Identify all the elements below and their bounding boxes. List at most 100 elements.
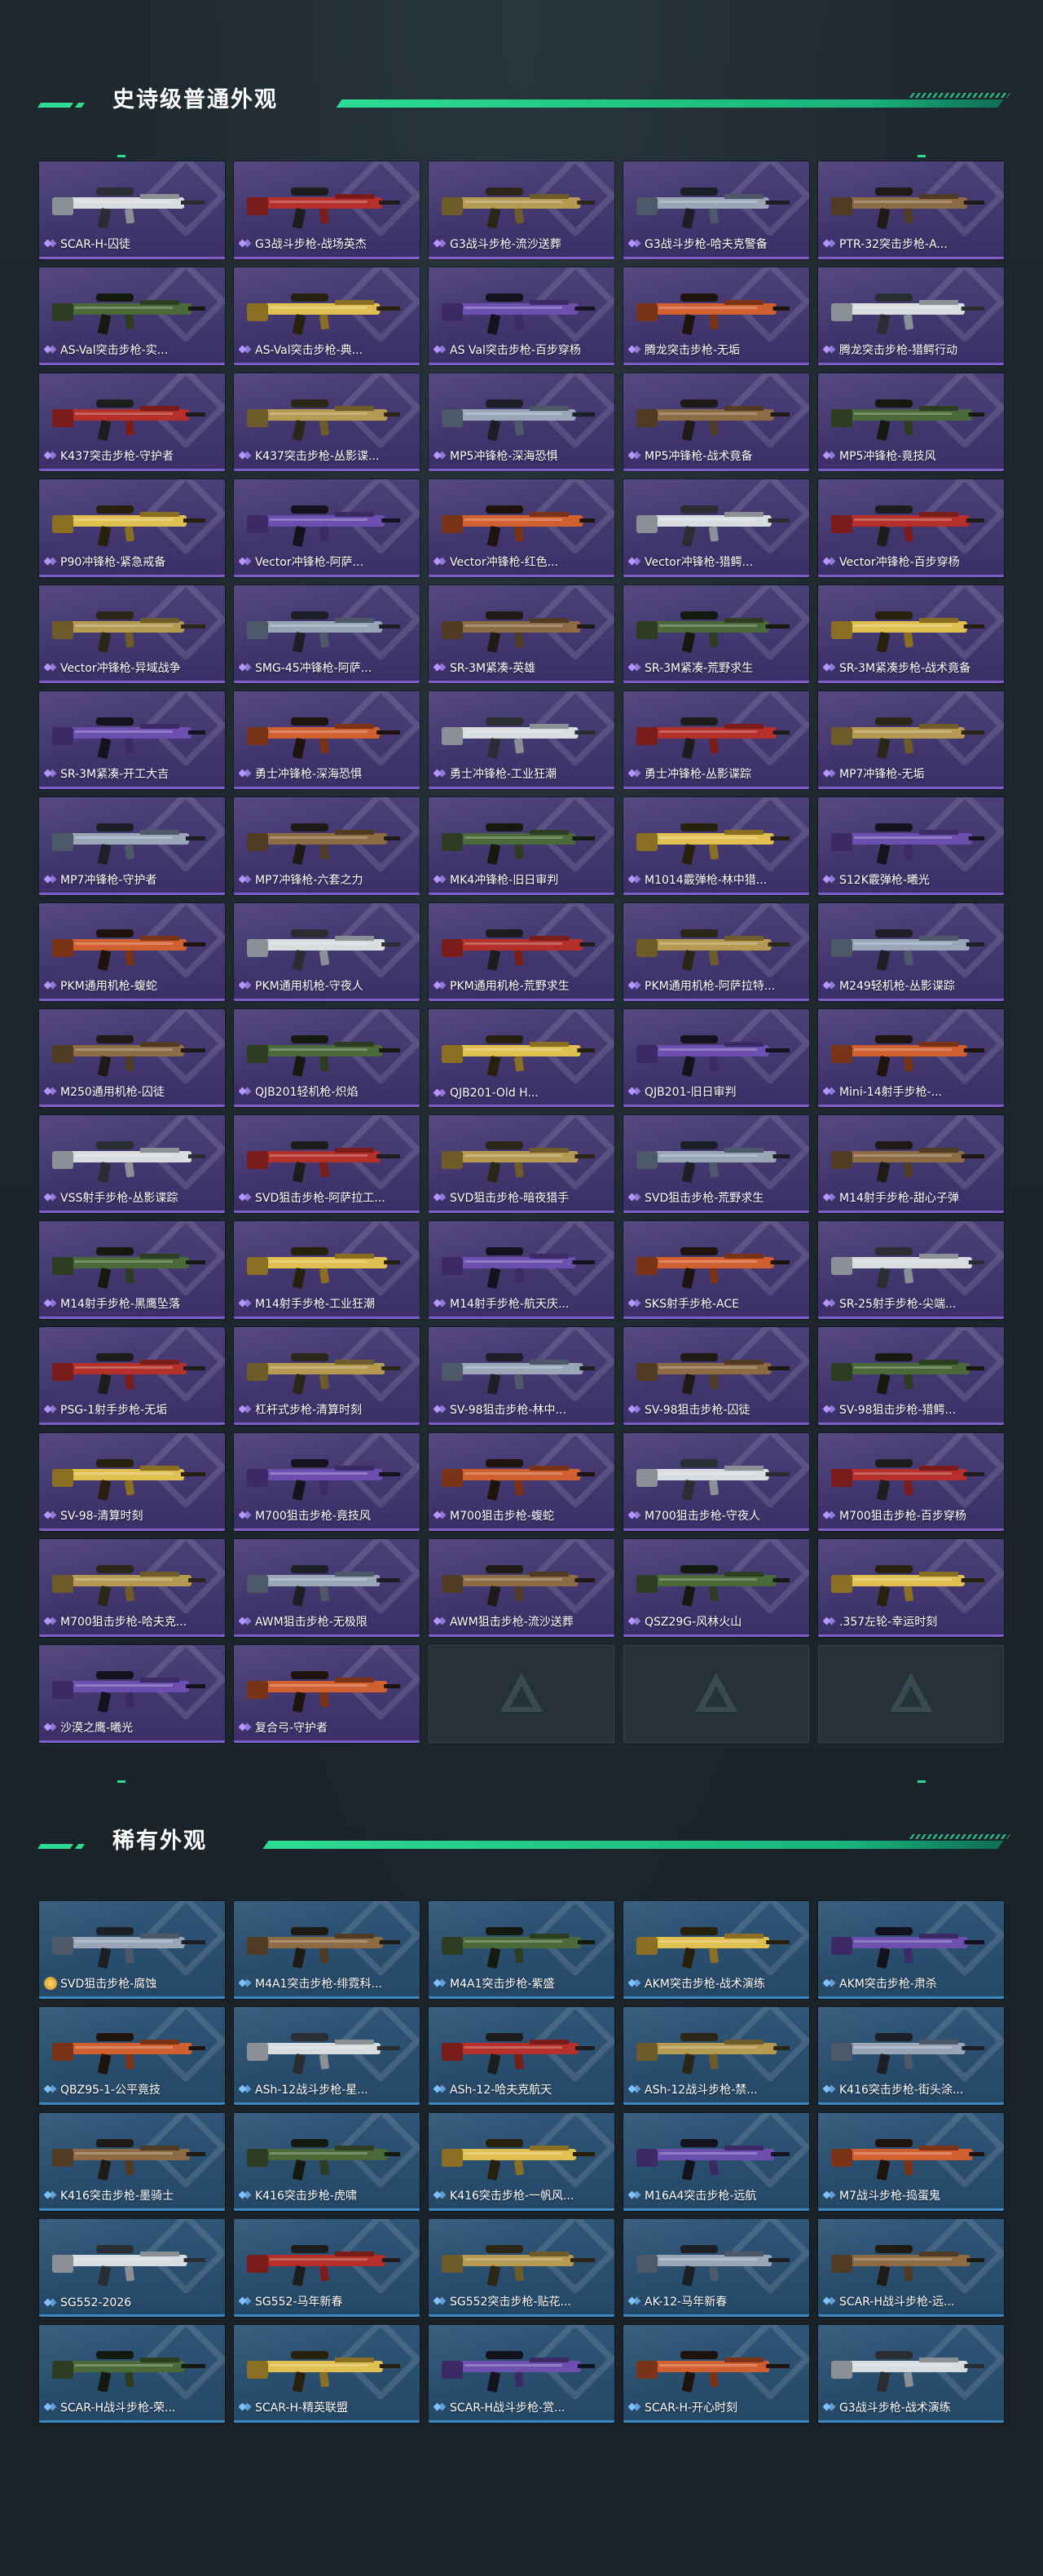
skin-card[interactable]: SR-3M紧凑-开工大吉 (39, 691, 225, 789)
skin-card[interactable]: Vector冲锋枪-猎鳄... (623, 479, 809, 577)
skin-card[interactable]: QJB201-旧日审判 (623, 1009, 809, 1107)
skin-card[interactable]: AKM突击步枪-肃杀 (818, 1901, 1004, 1999)
skin-card[interactable]: MP7冲锋枪-无垢 (818, 691, 1004, 789)
skin-card[interactable]: SCAR-H-开心时刻 (623, 2325, 809, 2423)
skin-card[interactable]: G3战斗步枪-哈夫克警备 (623, 161, 809, 259)
skin-card[interactable]: 勇士冲锋枪-丛影谍踪 (623, 691, 809, 789)
skin-card[interactable]: G3战斗步枪-战术演练 (818, 2325, 1004, 2423)
skin-card[interactable]: ASh-12战斗步枪-星... (234, 2007, 420, 2105)
skin-card[interactable]: M250通用机枪-囚徒 (39, 1009, 225, 1107)
skin-card[interactable]: M700狙击步枪-蝮蛇 (429, 1433, 614, 1531)
rarity-diamond-icon (44, 449, 57, 462)
skin-card[interactable]: SVD狙击步枪-阿萨拉工... (234, 1115, 420, 1213)
skin-card[interactable]: QSZ29G-风林火山 (623, 1539, 809, 1637)
skin-card[interactable]: 勇士冲锋枪-工业狂潮 (429, 691, 614, 789)
weapon-image (831, 399, 984, 441)
skin-card[interactable]: AK-12-马年新春 (623, 2219, 809, 2317)
skin-card[interactable]: SVD狙击步枪-荒野求生 (623, 1115, 809, 1213)
skin-card[interactable]: M14射手步枪-工业狂潮 (234, 1221, 420, 1319)
skin-card[interactable]: M4A1突击步枪-绯霓科... (234, 1901, 420, 1999)
skin-card[interactable]: SR-3M紧凑-荒野求生 (623, 585, 809, 683)
skin-card[interactable]: AWM狙击步枪-无极限 (234, 1539, 420, 1637)
skin-card[interactable]: Vector冲锋枪-阿萨... (234, 479, 420, 577)
skin-card[interactable]: AKM突击步枪-战术演练 (623, 1901, 809, 1999)
skin-card[interactable]: QJB201-Old H... (429, 1009, 614, 1107)
skin-card[interactable]: K437突击步枪-丛影谍... (234, 373, 420, 471)
skin-card[interactable]: K416突击步枪-街头涂... (818, 2007, 1004, 2105)
skin-card[interactable]: MP7冲锋枪-守护者 (39, 797, 225, 895)
skin-card[interactable]: QJB201轻机枪-炽焰 (234, 1009, 420, 1107)
skin-card[interactable]: VSS射手步枪-丛影谍踪 (39, 1115, 225, 1213)
skin-card[interactable]: M700狙击步枪-守夜人 (623, 1433, 809, 1531)
skin-card[interactable]: SVD狙击步枪-腐蚀 (39, 1901, 225, 1999)
skin-card[interactable]: SR-3M紧凑-英雄 (429, 585, 614, 683)
skin-card[interactable]: P90冲锋枪-紧急戒备 (39, 479, 225, 577)
skin-card[interactable]: M249轻机枪-丛影谍踪 (818, 903, 1004, 1001)
skin-card[interactable]: PKM通用机枪-阿萨拉特... (623, 903, 809, 1001)
skin-card[interactable]: SCAR-H战斗步枪-荣... (39, 2325, 225, 2423)
skin-card[interactable]: SCAR-H战斗步枪-远... (818, 2219, 1004, 2317)
skin-card[interactable]: PKM通用机枪-蝮蛇 (39, 903, 225, 1001)
skin-card[interactable]: G3战斗步枪-战场英杰 (234, 161, 420, 259)
skin-card[interactable]: Vector冲锋枪-红色... (429, 479, 614, 577)
skin-card[interactable]: 复合弓-守护者 (234, 1645, 420, 1743)
skin-card[interactable]: SG552-马年新春 (234, 2219, 420, 2317)
skin-card[interactable]: PKM通用机枪-荒野求生 (429, 903, 614, 1001)
rarity-diamond-icon (628, 1403, 641, 1416)
skin-card[interactable]: M700狙击步枪-百步穿杨 (818, 1433, 1004, 1531)
skin-card[interactable]: MP5冲锋枪-深海恐惧 (429, 373, 614, 471)
skin-card[interactable]: S12K霰弹枪-曦光 (818, 797, 1004, 895)
skin-card[interactable]: 沙漠之鹰-曦光 (39, 1645, 225, 1743)
skin-card[interactable]: K437突击步枪-守护者 (39, 373, 225, 471)
skin-card[interactable]: Vector冲锋枪-百步穿杨 (818, 479, 1004, 577)
skin-card[interactable]: AS Val突击步枪-百步穿杨 (429, 267, 614, 365)
skin-card[interactable]: 腾龙突击步枪-猎鳄行动 (818, 267, 1004, 365)
skin-card[interactable]: PKM通用机枪-守夜人 (234, 903, 420, 1001)
skin-card[interactable]: M700狙击步枪-竟技风 (234, 1433, 420, 1531)
skin-card[interactable]: AWM狙击步枪-流沙送葬 (429, 1539, 614, 1637)
skin-card[interactable]: SG552-2026 (39, 2219, 225, 2317)
skin-card[interactable]: MK4冲锋枪-旧日审判 (429, 797, 614, 895)
skin-card[interactable]: M16A4突击步枪-远航 (623, 2113, 809, 2211)
skin-card[interactable]: G3战斗步枪-流沙送葬 (429, 161, 614, 259)
skin-card[interactable]: PSG-1射手步枪-无垢 (39, 1327, 225, 1425)
skin-card[interactable]: 腾龙突击步枪-无垢 (623, 267, 809, 365)
skin-card[interactable]: ASh-12-哈夫克航天 (429, 2007, 614, 2105)
skin-card[interactable]: SR-25射手步枪-尖端... (818, 1221, 1004, 1319)
skin-card[interactable]: SV-98狙击步枪-囚徒 (623, 1327, 809, 1425)
skin-card[interactable]: Mini-14射手步枪-... (818, 1009, 1004, 1107)
skin-card[interactable]: M700狙击步枪-哈夫克... (39, 1539, 225, 1637)
skin-card[interactable]: AS-Val突击步枪-实... (39, 267, 225, 365)
skin-card[interactable]: M7战斗步枪-捣蛋鬼 (818, 2113, 1004, 2211)
skin-card[interactable]: SCAR-H-囚徒 (39, 161, 225, 259)
skin-card[interactable]: QBZ95-1-公平竟技 (39, 2007, 225, 2105)
skin-card[interactable]: K416突击步枪-墨骑士 (39, 2113, 225, 2211)
skin-card[interactable]: M14射手步枪-黑鹰坠落 (39, 1221, 225, 1319)
skin-card[interactable]: 勇士冲锋枪-深海恐惧 (234, 691, 420, 789)
skin-card[interactable]: .357左轮-幸运时刻 (818, 1539, 1004, 1637)
skin-card[interactable]: SKS射手步枪-ACE (623, 1221, 809, 1319)
skin-card[interactable]: MP7冲锋枪-六套之力 (234, 797, 420, 895)
skin-card[interactable]: MP5冲锋枪-竟技风 (818, 373, 1004, 471)
skin-card[interactable]: M14射手步枪-航天庆... (429, 1221, 614, 1319)
skin-card[interactable]: PTR-32突击步枪-A... (818, 161, 1004, 259)
skin-card[interactable]: SR-3M紧凑步枪-战术竟备 (818, 585, 1004, 683)
skin-card[interactable]: SG552突击步枪-贴花... (429, 2219, 614, 2317)
skin-card[interactable]: M4A1突击步枪-紫盛 (429, 1901, 614, 1999)
skin-card[interactable]: AS-Val突击步枪-典... (234, 267, 420, 365)
skin-card[interactable]: 杠杆式步枪-清算时刻 (234, 1327, 420, 1425)
skin-card[interactable]: SV-98狙击步枪-猎鳄... (818, 1327, 1004, 1425)
skin-card[interactable]: ASh-12战斗步枪-禁... (623, 2007, 809, 2105)
skin-card[interactable]: SMG-45冲锋枪-阿萨... (234, 585, 420, 683)
skin-card[interactable]: K416突击步枪-一帆风... (429, 2113, 614, 2211)
skin-card[interactable]: SV-98狙击步枪-林中... (429, 1327, 614, 1425)
skin-card[interactable]: MP5冲锋枪-战术竟备 (623, 373, 809, 471)
skin-card[interactable]: Vector冲锋枪-异域战争 (39, 585, 225, 683)
skin-card[interactable]: K416突击步枪-虎啸 (234, 2113, 420, 2211)
skin-card[interactable]: SVD狙击步枪-暗夜猎手 (429, 1115, 614, 1213)
skin-card[interactable]: SCAR-H战斗步枪-赏... (429, 2325, 614, 2423)
skin-card[interactable]: SCAR-H-精英联盟 (234, 2325, 420, 2423)
skin-card[interactable]: M14射手步枪-甜心子弹 (818, 1115, 1004, 1213)
skin-card[interactable]: M1014霰弹枪-林中猎... (623, 797, 809, 895)
skin-card[interactable]: SV-98-清算时刻 (39, 1433, 225, 1531)
